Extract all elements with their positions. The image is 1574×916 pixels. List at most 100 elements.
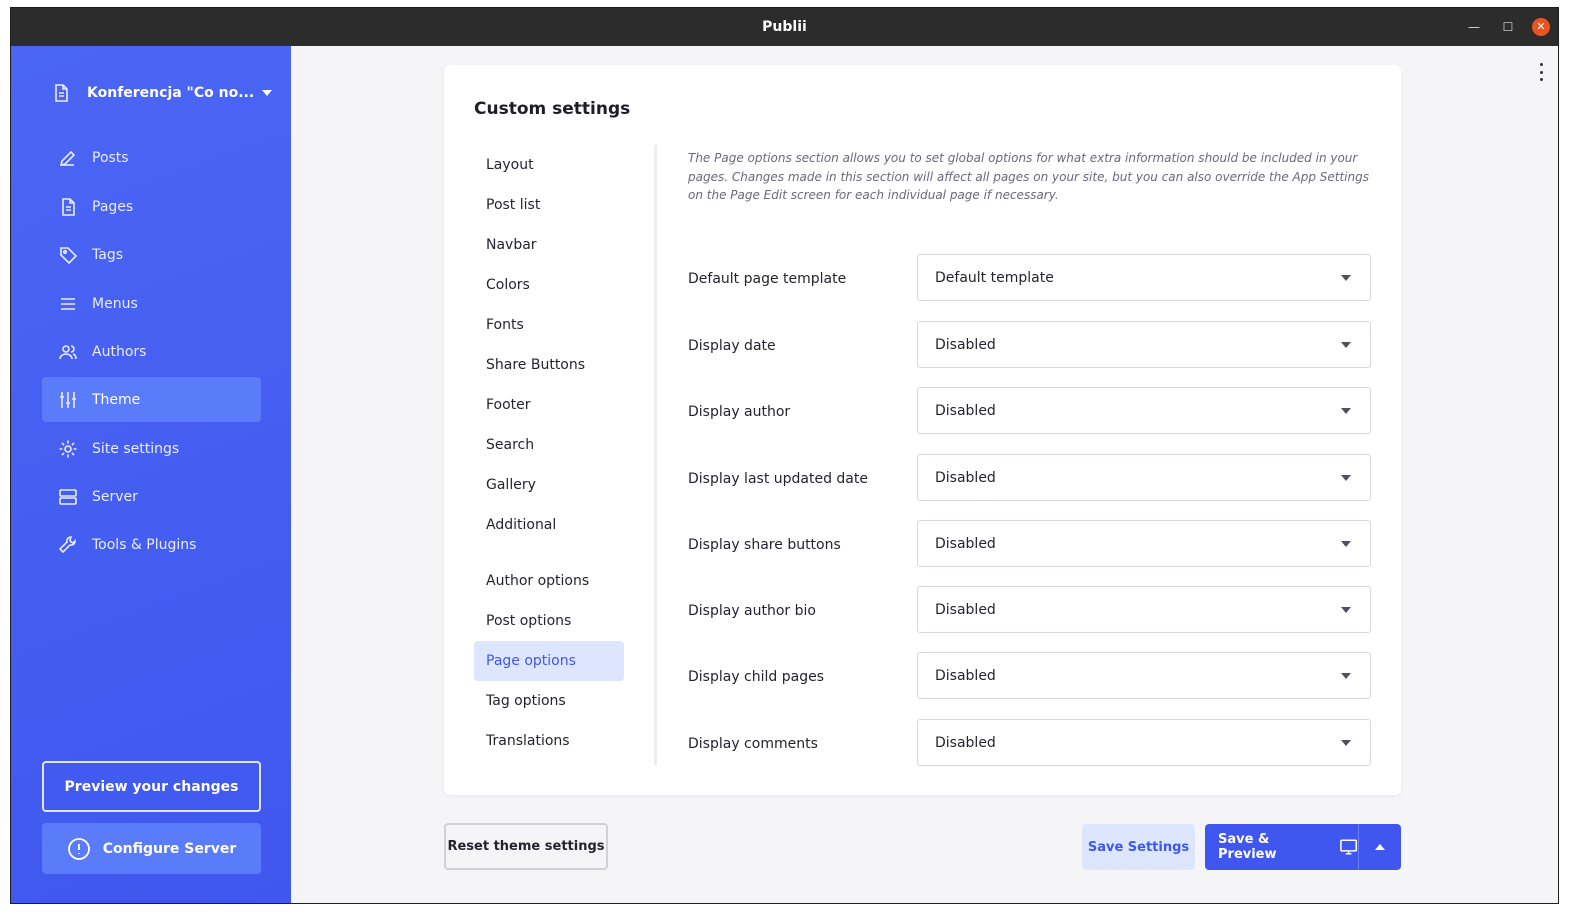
more-options-icon[interactable] <box>1537 63 1545 81</box>
menu-icon <box>57 293 79 315</box>
chevron-down-icon <box>1341 342 1351 348</box>
save-preview-label: Save & Preview <box>1218 832 1277 862</box>
monitor-icon <box>1339 839 1357 855</box>
sidebar-item-label: Authors <box>92 343 147 360</box>
title-bar: Publii — ☐ ✕ <box>11 8 1558 46</box>
display-author-bio-label: Display author bio <box>688 603 816 619</box>
tab-search[interactable]: Search <box>474 425 624 465</box>
minimize-icon[interactable]: — <box>1465 18 1483 36</box>
display-date-select[interactable]: Disabled <box>917 321 1371 368</box>
tab-post-options[interactable]: Post options <box>474 601 624 641</box>
tab-fonts[interactable]: Fonts <box>474 305 624 345</box>
tab-colors[interactable]: Colors <box>474 265 624 305</box>
tab-author-options[interactable]: Author options <box>474 561 624 601</box>
sidebar-item-posts[interactable]: Posts <box>42 135 261 180</box>
display-comments-select[interactable]: Disabled <box>917 719 1371 766</box>
save-preview-button[interactable]: Save & Preview <box>1205 824 1358 870</box>
save-settings-button[interactable]: Save Settings <box>1082 824 1195 870</box>
preview-changes-button[interactable]: Preview your changes <box>42 761 261 812</box>
chevron-up-icon <box>1375 844 1385 850</box>
window-title: Publii <box>762 19 807 35</box>
close-icon[interactable]: ✕ <box>1532 18 1550 36</box>
sidebar-item-label: Tools & Plugins <box>92 536 197 553</box>
maximize-icon[interactable]: ☐ <box>1499 18 1517 36</box>
display-author-label: Display author <box>688 404 791 420</box>
sidebar-item-label: Theme <box>92 391 141 408</box>
chevron-down-icon <box>262 90 273 96</box>
sidebar-item-label: Posts <box>92 149 129 166</box>
sidebar-item-authors[interactable]: Authors <box>42 329 261 374</box>
sidebar: Konferencja "Co no... Posts Pages Tags M… <box>11 46 291 903</box>
display-share-buttons-select[interactable]: Disabled <box>917 520 1371 567</box>
tab-footer[interactable]: Footer <box>474 385 624 425</box>
default-page-template-label: Default page template <box>688 271 847 287</box>
tab-additional[interactable]: Additional <box>474 505 624 545</box>
sidebar-item-pages[interactable]: Pages <box>42 184 261 229</box>
sidebar-item-server[interactable]: Server <box>42 474 261 519</box>
chevron-down-icon <box>1341 408 1351 414</box>
chevron-down-icon <box>1341 275 1351 281</box>
display-last-updated-date-label: Display last updated date <box>688 471 868 487</box>
select-value: Default template <box>935 269 1054 286</box>
display-last-updated-date-select[interactable]: Disabled <box>917 454 1371 501</box>
section-description: The Page options section allows you to s… <box>688 151 1369 202</box>
page-icon <box>57 196 79 218</box>
display-child-pages-select[interactable]: Disabled <box>917 652 1371 699</box>
pen-icon <box>57 147 79 169</box>
server-icon <box>57 486 79 508</box>
divider <box>654 145 657 765</box>
display-author-select[interactable]: Disabled <box>917 387 1371 434</box>
chevron-down-icon <box>1341 673 1351 679</box>
site-name: Konferencja "Co no... <box>87 85 255 101</box>
custom-settings-card: Custom settings Layout Post list Navbar … <box>444 65 1401 795</box>
gear-icon <box>57 438 79 460</box>
sidebar-item-label: Server <box>92 488 138 505</box>
select-value: Disabled <box>935 469 996 486</box>
configure-server-button[interactable]: Configure Server <box>42 823 261 874</box>
default-page-template-select[interactable]: Default template <box>917 254 1371 301</box>
display-date-label: Display date <box>688 338 776 354</box>
site-switcher[interactable]: Konferencja "Co no... <box>51 81 273 105</box>
card-title: Custom settings <box>474 99 631 119</box>
sidebar-item-tools-plugins[interactable]: Tools & Plugins <box>42 522 261 567</box>
reset-theme-settings-button[interactable]: Reset theme settings <box>444 823 608 870</box>
tab-gallery[interactable]: Gallery <box>474 465 624 505</box>
display-author-bio-select[interactable]: Disabled <box>917 586 1371 633</box>
sidebar-item-menus[interactable]: Menus <box>42 281 261 326</box>
save-options-dropdown[interactable] <box>1358 824 1401 870</box>
chevron-down-icon <box>1341 607 1351 613</box>
sidebar-item-label: Pages <box>92 198 134 215</box>
tab-post-list[interactable]: Post list <box>474 185 624 225</box>
sidebar-item-theme[interactable]: Theme <box>42 377 261 422</box>
tab-layout[interactable]: Layout <box>474 145 624 185</box>
users-icon <box>57 341 79 363</box>
chevron-down-icon <box>1341 541 1351 547</box>
tab-share-buttons[interactable]: Share Buttons <box>474 345 624 385</box>
chevron-down-icon <box>1341 740 1351 746</box>
tab-tag-options[interactable]: Tag options <box>474 681 624 721</box>
display-share-buttons-label: Display share buttons <box>688 537 841 553</box>
sidebar-item-label: Site settings <box>92 440 180 457</box>
sidebar-item-label: Tags <box>92 246 123 263</box>
select-value: Disabled <box>935 336 996 353</box>
wrench-icon <box>57 534 79 556</box>
display-comments-label: Display comments <box>688 736 818 752</box>
select-value: Disabled <box>935 667 996 684</box>
app-window: Publii — ☐ ✕ Konferencja "Co no... Posts… <box>10 7 1559 904</box>
sidebar-item-label: Menus <box>92 295 138 312</box>
select-value: Disabled <box>935 601 996 618</box>
tag-icon <box>57 244 79 266</box>
tab-page-options[interactable]: Page options <box>474 641 624 681</box>
sliders-icon <box>57 389 79 411</box>
tab-navbar[interactable]: Navbar <box>474 225 624 265</box>
select-value: Disabled <box>935 402 996 419</box>
select-value: Disabled <box>935 734 996 751</box>
sidebar-item-site-settings[interactable]: Site settings <box>42 426 261 471</box>
chevron-down-icon <box>1341 475 1351 481</box>
configure-server-label: Configure Server <box>102 840 237 857</box>
alert-circle-icon <box>67 837 90 860</box>
document-icon <box>55 84 68 102</box>
display-child-pages-label: Display child pages <box>688 669 825 685</box>
tab-translations[interactable]: Translations <box>474 721 624 761</box>
sidebar-item-tags[interactable]: Tags <box>42 232 261 277</box>
